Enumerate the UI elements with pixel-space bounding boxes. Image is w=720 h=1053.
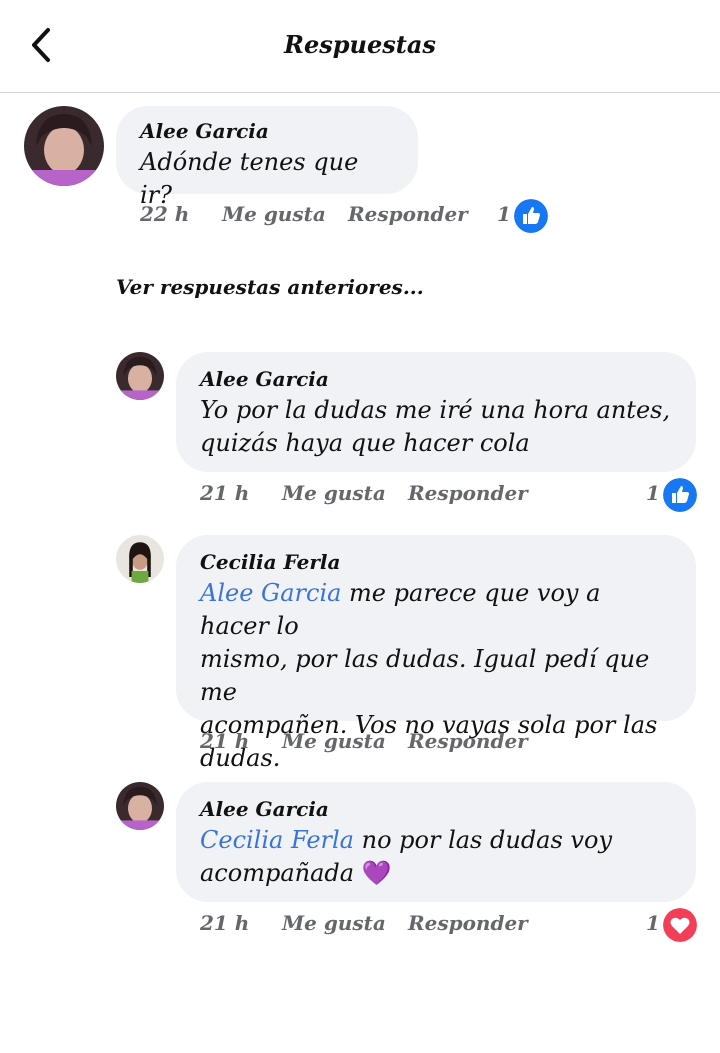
comment-actions: 22 h Me gusta Responder 1 (140, 198, 560, 234)
reply-bubble: Cecilia Ferla Alee Garcia me parece que … (176, 535, 696, 772)
reply-author[interactable]: Alee Garcia (200, 364, 672, 394)
avatar[interactable] (24, 106, 104, 186)
reply-text-line: mismo, por las dudas. Igual pedí que me (200, 645, 650, 706)
avatar[interactable] (116, 535, 164, 583)
love-icon[interactable] (663, 908, 697, 942)
reply-text-line: Yo por la dudas me iré una hora antes, (200, 396, 671, 424)
reply-button[interactable]: Responder (408, 911, 528, 935)
reply-bubble: Alee Garcia Yo por la dudas me iré una h… (176, 352, 696, 472)
like-icon[interactable] (514, 199, 548, 233)
reply-button[interactable]: Responder (348, 202, 468, 226)
reply-bubble: Alee Garcia Cecilia Ferla no por las dud… (176, 782, 696, 902)
page-title: Respuestas (284, 30, 436, 59)
like-button[interactable]: Me gusta (282, 911, 386, 935)
purple-heart-emoji: 💜 (361, 859, 392, 887)
reply-button[interactable]: Responder (408, 481, 528, 505)
like-button[interactable]: Me gusta (222, 202, 326, 226)
reaction-count[interactable]: 1 (497, 202, 511, 226)
mention-link[interactable]: Alee Garcia (200, 579, 341, 607)
see-previous-replies-link[interactable]: Ver respuestas anteriores... (116, 275, 424, 299)
avatar[interactable] (116, 782, 164, 830)
reaction-count[interactable]: 1 (646, 481, 660, 505)
reply-time: 21 h (200, 481, 250, 505)
comment-time: 22 h (140, 202, 190, 226)
avatar[interactable] (116, 352, 164, 400)
comment-bubble: Alee Garcia Adónde tenes que ir? (116, 106, 418, 209)
like-button[interactable]: Me gusta (282, 481, 386, 505)
reply-actions: 21 h Me gusta Responder 1 (200, 907, 700, 943)
like-button[interactable]: Me gusta (282, 729, 386, 753)
reply-text: acompañada (200, 859, 355, 887)
reply-author[interactable]: Cecilia Ferla (200, 547, 672, 577)
reply-author[interactable]: Alee Garcia (200, 794, 672, 824)
comment-author[interactable]: Alee Garcia (140, 116, 394, 146)
reply-time: 21 h (200, 729, 250, 753)
top-bar: Respuestas (0, 0, 720, 93)
reaction-count[interactable]: 1 (646, 911, 660, 935)
reply-actions: 21 h Me gusta Responder (200, 725, 700, 761)
like-icon[interactable] (663, 478, 697, 512)
reply-text-line: quizás haya que hacer cola (200, 429, 530, 457)
reply-text-line: Cecilia Ferla no por las dudas voy (200, 824, 672, 857)
reply-text-line: acompañada 💜 (200, 857, 672, 890)
mention-link[interactable]: Cecilia Ferla (200, 826, 354, 854)
reply-text-line: Alee Garcia me parece que voy a hacer lo (200, 577, 672, 643)
reply-button[interactable]: Responder (408, 729, 528, 753)
reply-actions: 21 h Me gusta Responder 1 (200, 477, 700, 513)
reply-text: no por las dudas voy (353, 826, 612, 854)
reply-time: 21 h (200, 911, 250, 935)
